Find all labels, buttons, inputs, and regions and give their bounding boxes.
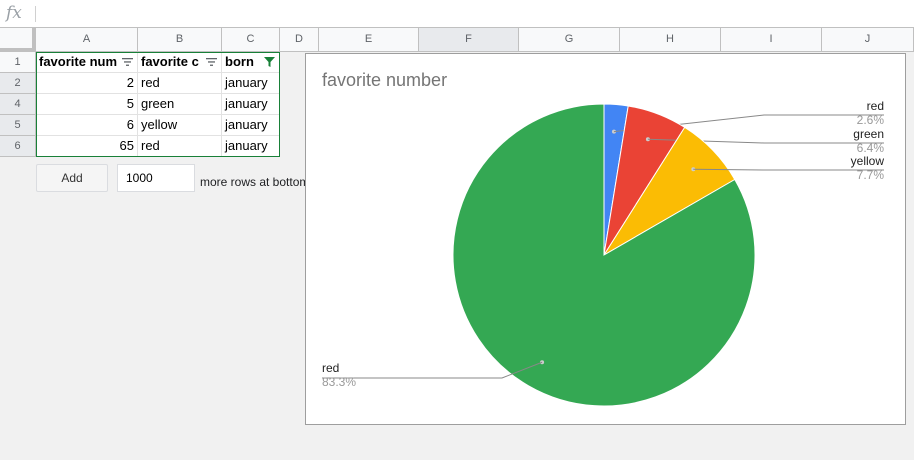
header-label: favorite num (39, 54, 118, 69)
cell-c4[interactable]: january (222, 94, 280, 115)
cell-b5[interactable]: yellow (138, 115, 222, 136)
cell-a2[interactable]: 2 (36, 73, 138, 94)
header-cell-favorite-color[interactable]: favorite c (138, 52, 222, 73)
slice-percent: 2.6% (857, 113, 885, 127)
row-header-4[interactable]: 4 (0, 94, 36, 115)
row-header-5[interactable]: 5 (0, 115, 36, 136)
row-header-1[interactable]: 1 (0, 52, 36, 73)
slice-label: yellow (851, 154, 885, 168)
column-header-a[interactable]: A (36, 28, 138, 52)
column-header-row: A B C D E F G H I J (0, 28, 914, 52)
column-header-b[interactable]: B (138, 28, 222, 52)
filter-lines-icon[interactable] (206, 57, 217, 67)
cell-c6[interactable]: january (222, 136, 280, 157)
header-label: favorite c (141, 54, 199, 69)
more-rows-label: more rows at bottom. (200, 175, 313, 189)
cell-c5[interactable]: january (222, 115, 280, 136)
cell-a6[interactable]: 65 (36, 136, 138, 157)
leader-line (693, 168, 884, 171)
header-label: born (225, 54, 254, 69)
cell-a5[interactable]: 6 (36, 115, 138, 136)
column-header-f[interactable]: F (419, 28, 519, 52)
column-header-e[interactable]: E (319, 28, 419, 52)
formula-bar[interactable]: fx (0, 0, 914, 28)
select-all-corner[interactable] (0, 28, 36, 52)
column-header-i[interactable]: I (721, 28, 822, 52)
slice-label: green (853, 127, 884, 141)
fx-icon: fx (6, 3, 22, 23)
pie-chart[interactable]: favorite number red 2.6% green 6.4% yellow 7.… (305, 53, 906, 425)
column-header-c[interactable]: C (222, 28, 280, 52)
filter-lines-icon[interactable] (122, 57, 133, 67)
filter-active-funnel-icon[interactable] (264, 57, 275, 67)
column-header-d[interactable]: D (280, 28, 319, 52)
header-cell-favorite-number[interactable]: favorite num (36, 52, 138, 73)
slice-label: red (322, 361, 339, 375)
rows-count-input[interactable] (117, 164, 195, 192)
header-cell-born[interactable]: born (222, 52, 280, 73)
cell-a4[interactable]: 5 (36, 94, 138, 115)
slice-percent: 6.4% (857, 141, 885, 155)
formula-bar-divider (35, 6, 36, 22)
slice-percent: 7.7% (857, 168, 885, 182)
pie-chart-canvas: red2.6%green6.4%yellow7.7%red83.3% (322, 99, 885, 407)
add-rows-button[interactable]: Add (36, 164, 108, 192)
column-header-j[interactable]: J (822, 28, 914, 52)
cell-b2[interactable]: red (138, 73, 222, 94)
cell-b4[interactable]: green (138, 94, 222, 115)
slice-percent: 83.3% (322, 375, 356, 389)
cell-b6[interactable]: red (138, 136, 222, 157)
slice-label: red (867, 99, 884, 113)
row-header-2[interactable]: 2 (0, 73, 36, 94)
column-header-g[interactable]: G (519, 28, 620, 52)
column-header-h[interactable]: H (620, 28, 721, 52)
cell-c2[interactable]: january (222, 73, 280, 94)
row-header-6[interactable]: 6 (0, 136, 36, 157)
